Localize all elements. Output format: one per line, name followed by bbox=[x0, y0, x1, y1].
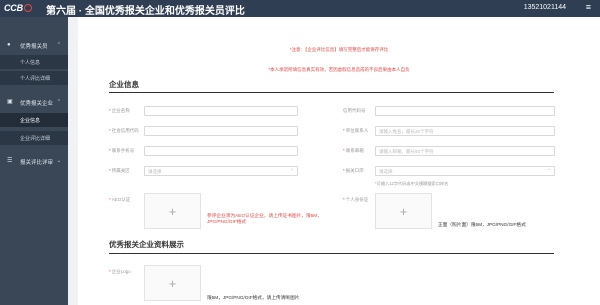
company-logo-upload[interactable]: + bbox=[144, 265, 201, 301]
sidebar-group-label: 报关评比详审 bbox=[20, 160, 54, 166]
section-divider bbox=[109, 253, 554, 254]
sidebar-group-excellent-declarer[interactable]: ● 优秀报关员 ⌃ bbox=[0, 37, 68, 53]
section-title-company-info: 企业信息 bbox=[109, 80, 139, 89]
customs-port-label: *报关口岸 bbox=[343, 168, 364, 173]
region-select[interactable]: 请选择 bbox=[144, 166, 298, 176]
customs-port-hint: *可输入12字代码或中文模糊搜索口岸名 bbox=[375, 181, 449, 186]
section-divider bbox=[109, 92, 554, 93]
contact-person-label: *单位联系人 bbox=[343, 128, 369, 133]
contact-person-input[interactable]: 请输入姓名，最长20个字符 bbox=[375, 126, 555, 136]
notice-required: *注意：【企业评比信息】填写完整后才能保存评比 bbox=[289, 47, 389, 52]
contact-email-label: *联系邮箱 bbox=[343, 148, 364, 153]
contact-phone-label: *联系手机号 bbox=[109, 148, 135, 153]
aeo-upload-note: 参评企业须为AEO认证企业，请上传证书图片，限5M，JPG/PNG/GIF格式 bbox=[207, 213, 322, 224]
app-logo[interactable]: CCB bbox=[4, 3, 32, 13]
sidebar-item-personal-detail[interactable]: 个人评比详细 bbox=[0, 71, 68, 85]
section-title-company-showcase: 优秀报关企业资料展示 bbox=[109, 240, 184, 249]
notice-commitment: *本人承诺所填信息真实有效，若因虚假信息造成的不良后果由本人自负 bbox=[268, 67, 410, 72]
aeo-label: *AEO认证 bbox=[109, 197, 131, 202]
chevron-down-icon: ⌄ bbox=[56, 158, 61, 164]
list-icon: ☰ bbox=[7, 158, 13, 164]
sidebar-item-company-detail[interactable]: 企业评比详细 bbox=[0, 131, 68, 145]
sidebar-group-label: 优秀报关企业 bbox=[20, 101, 54, 107]
page-title: 第六届 · 全国优秀报关企业和优秀报关员评比 bbox=[46, 6, 245, 17]
sidebar-item-personal-info[interactable]: 个人信息 bbox=[0, 55, 68, 69]
social-credit-input[interactable] bbox=[144, 126, 298, 136]
id-card-upload[interactable]: + bbox=[375, 193, 432, 229]
logo-mark-icon bbox=[23, 4, 32, 12]
user-icon: ● bbox=[7, 42, 11, 48]
company-logo-label: *企业Logo bbox=[109, 269, 131, 274]
chevron-up-icon: ⌃ bbox=[56, 42, 61, 48]
customs-port-select[interactable]: 请选择 bbox=[375, 166, 555, 176]
id-card-label: *个人身份证 bbox=[343, 197, 369, 202]
credit-code-label: 信用代码号 bbox=[343, 108, 366, 113]
company-name-input[interactable] bbox=[144, 106, 298, 116]
aeo-upload[interactable]: + bbox=[144, 193, 201, 229]
hamburger-icon[interactable]: ≡ bbox=[586, 3, 591, 12]
sidebar-item-label: 企业评比详细 bbox=[20, 136, 51, 142]
top-header: CCB 第六届 · 全国优秀报关企业和优秀报关员评比 13521021144 ≡ bbox=[0, 0, 600, 17]
contact-phone-input[interactable] bbox=[144, 146, 298, 156]
contact-email-input[interactable]: 请输入邮箱，最长50个字符 bbox=[375, 146, 555, 156]
sidebar-group-label: 优秀报关员 bbox=[20, 44, 48, 50]
sidebar: ● 优秀报关员 ⌃ 个人信息 个人评比详细 ▣ 优秀报关企业 ⌃ 企业信息 企业… bbox=[0, 17, 68, 305]
building-icon: ▣ bbox=[7, 99, 13, 105]
credit-code-input[interactable] bbox=[375, 106, 555, 116]
plus-icon: + bbox=[168, 203, 177, 219]
chevron-up-icon: ⌃ bbox=[56, 99, 61, 105]
sidebar-item-label: 个人信息 bbox=[20, 60, 41, 66]
sidebar-group-review[interactable]: ☰ 报关评比详审 ⌄ bbox=[0, 153, 68, 169]
plus-icon: + bbox=[168, 275, 177, 291]
social-credit-label: *社会信用代码 bbox=[109, 128, 139, 133]
region-label: *所属关区 bbox=[109, 168, 130, 173]
main-panel: *注意：【企业评比信息】填写完整后才能保存评比 *本人承诺所填信息真实有效，若因… bbox=[78, 17, 600, 305]
company-logo-note: 限5M，JPG/PNG/GIF格式，请上传清晰图片 bbox=[207, 295, 300, 300]
sidebar-group-excellent-company[interactable]: ▣ 优秀报关企业 ⌃ bbox=[0, 94, 68, 110]
sidebar-item-label: 个人评比详细 bbox=[20, 76, 51, 82]
plus-icon: + bbox=[399, 203, 408, 219]
sidebar-item-label: 企业信息 bbox=[20, 118, 41, 124]
user-phone[interactable]: 13521021144 bbox=[524, 4, 566, 11]
company-name-label: *企业名称 bbox=[109, 108, 130, 113]
id-card-upload-note: 正面（照片面）限5M，JPG/PNG/GIF格式 bbox=[438, 222, 526, 227]
sidebar-item-company-info[interactable]: 企业信息 bbox=[0, 113, 68, 127]
